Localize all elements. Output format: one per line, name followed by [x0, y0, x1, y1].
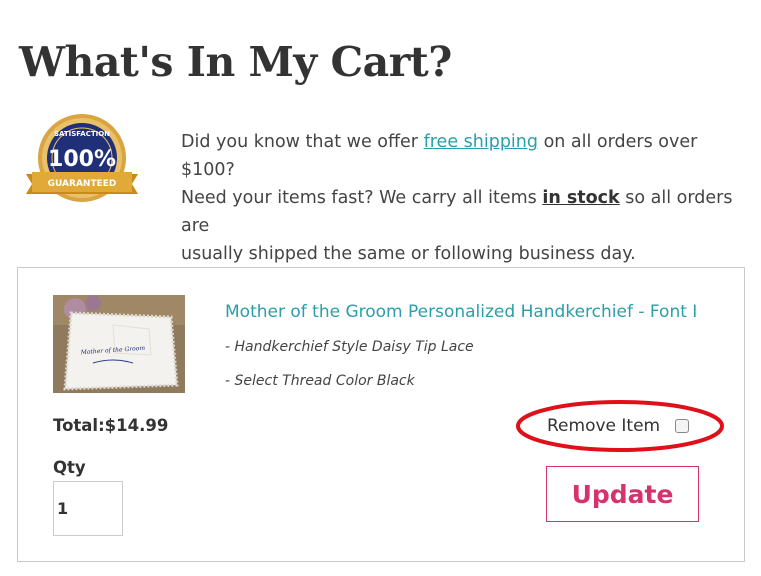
intro-line-1: Did you know that we offer free shipping…	[181, 132, 698, 180]
remove-item-label: Remove Item	[547, 416, 661, 436]
satisfaction-badge-icon: SATISFACTION 100% GUARANTEED	[26, 114, 138, 202]
product-thumbnail[interactable]: Mother of the Groom	[53, 295, 185, 393]
badge-ribbon-text: GUARANTEED	[48, 179, 117, 189]
remove-item-checkbox[interactable]	[675, 419, 689, 433]
badge-top-text: SATISFACTION	[54, 130, 110, 138]
intro-line-3: usually shipped the same or following bu…	[181, 244, 636, 264]
qty-input[interactable]	[53, 481, 123, 536]
page-title: What's In My Cart?	[19, 38, 452, 86]
free-shipping-link[interactable]: free shipping	[424, 132, 538, 152]
shipping-info-text: Did you know that we offer free shipping…	[181, 128, 741, 268]
cart-item-panel: Mother of the Groom Mother of the Groom …	[17, 267, 745, 562]
product-title-link[interactable]: Mother of the Groom Personalized Handker…	[225, 302, 725, 322]
qty-label: Qty	[53, 458, 86, 477]
badge-center-text: 100%	[48, 147, 116, 172]
update-button[interactable]: Update	[546, 466, 699, 522]
in-stock-link[interactable]: in stock	[542, 188, 619, 208]
option-thread-color: - Select Thread Color Black	[225, 373, 415, 389]
intro-line-2: Need your items fast? We carry all items…	[181, 188, 733, 236]
option-handkerchief-style: - Handkerchief Style Daisy Tip Lace	[225, 339, 474, 355]
item-total: Total:$14.99	[53, 416, 169, 435]
